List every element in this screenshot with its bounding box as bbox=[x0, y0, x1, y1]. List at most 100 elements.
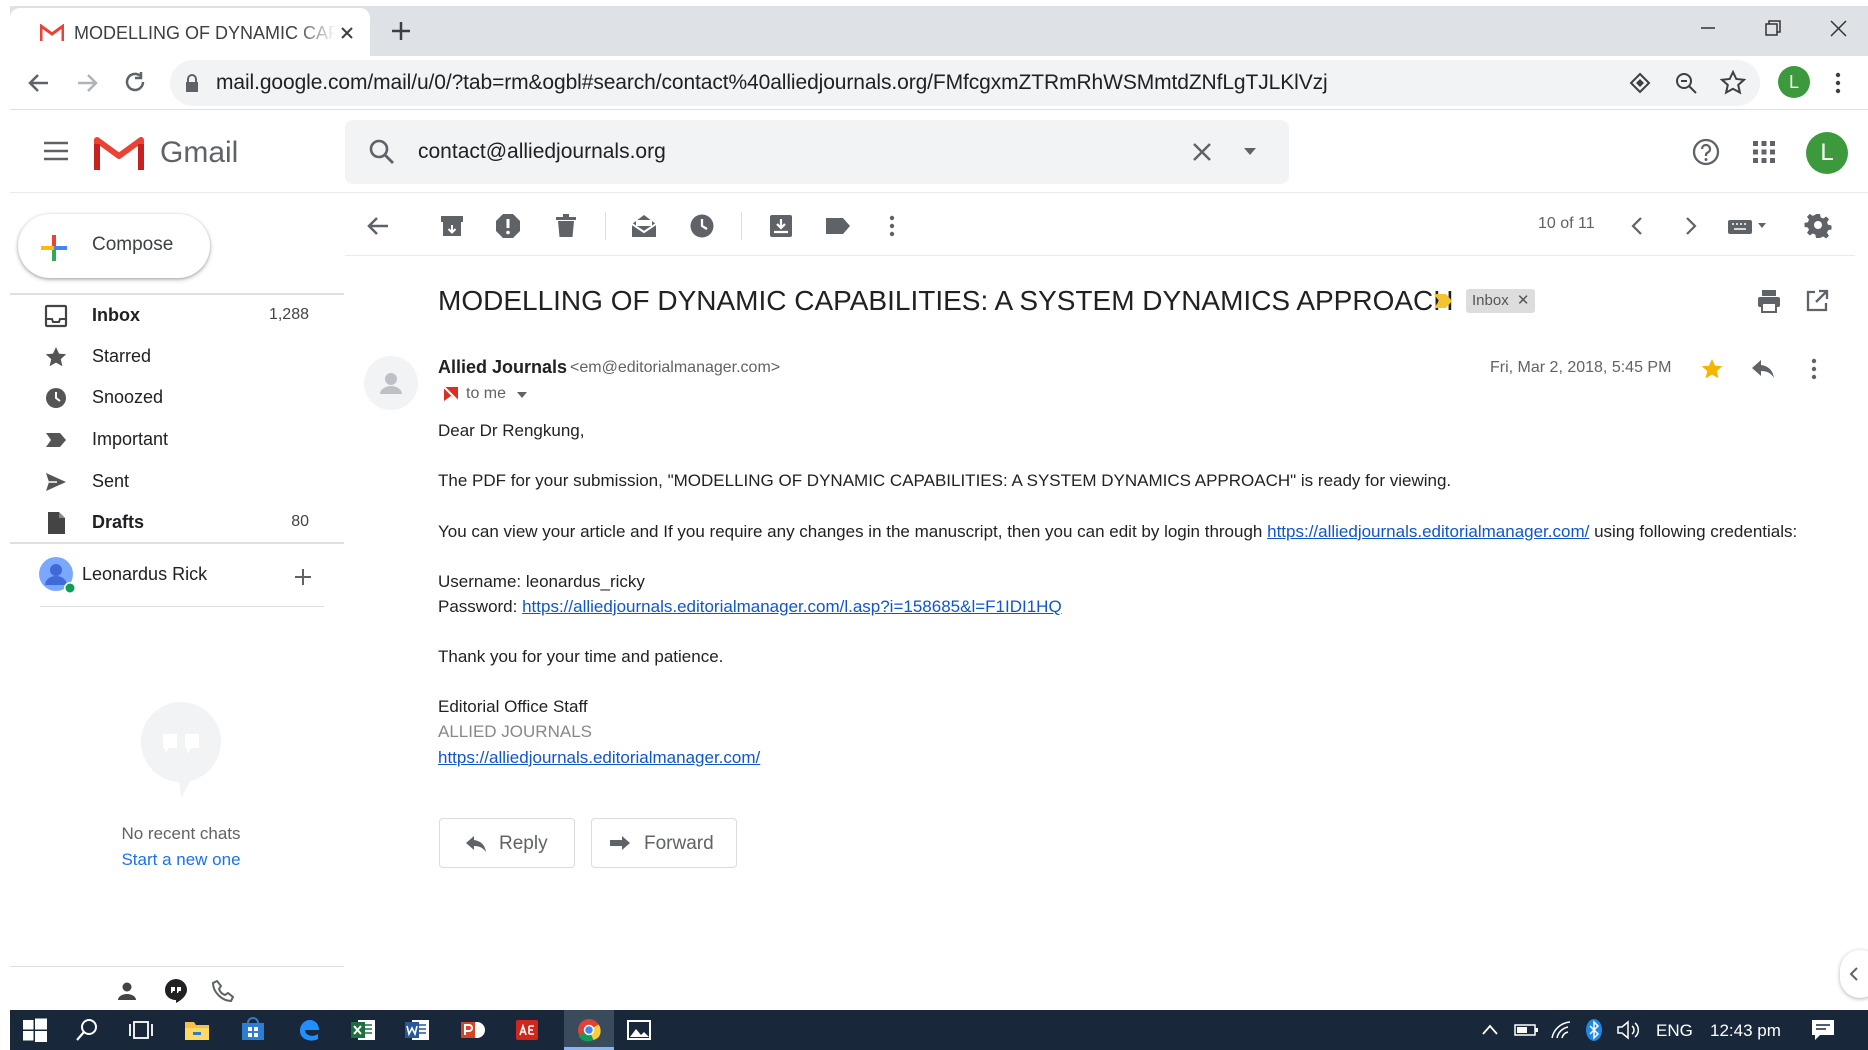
sidebar-item-important[interactable]: Important bbox=[10, 418, 345, 460]
reply-button[interactable]: Reply bbox=[439, 818, 575, 868]
important-marker-icon[interactable] bbox=[1432, 292, 1454, 310]
report-spam-icon[interactable] bbox=[494, 212, 522, 240]
sidebar-item-drafts[interactable]: Drafts 80 bbox=[10, 501, 345, 543]
label-icon[interactable] bbox=[824, 212, 852, 240]
battery-icon[interactable] bbox=[1514, 1022, 1540, 1038]
clock-time[interactable]: 12:43 pm bbox=[1710, 1021, 1781, 1041]
store-icon[interactable] bbox=[240, 1017, 266, 1043]
gmail-logo-icon[interactable] bbox=[94, 134, 144, 172]
paragraph-text: You can view your article and If you req… bbox=[438, 522, 1268, 541]
excel-icon[interactable] bbox=[350, 1017, 376, 1043]
hangouts-user[interactable]: Leonardus Rick bbox=[10, 552, 345, 602]
notifications-icon[interactable] bbox=[1810, 1018, 1836, 1042]
email-more-icon[interactable] bbox=[1808, 356, 1820, 382]
wifi-icon[interactable] bbox=[1550, 1020, 1574, 1040]
restore-icon[interactable] bbox=[1752, 14, 1792, 44]
delete-icon[interactable] bbox=[552, 212, 580, 240]
minimize-icon[interactable] bbox=[1688, 14, 1728, 44]
hangouts-icon[interactable] bbox=[164, 978, 188, 1004]
bluetooth-icon[interactable] bbox=[1584, 1018, 1604, 1042]
search-options-icon[interactable] bbox=[1240, 146, 1260, 158]
more-actions-icon[interactable] bbox=[878, 212, 906, 240]
snooze-icon[interactable] bbox=[688, 212, 716, 240]
windows-start-icon[interactable] bbox=[22, 1017, 48, 1043]
help-icon[interactable] bbox=[1692, 138, 1720, 166]
window-close-icon[interactable] bbox=[1818, 14, 1858, 44]
remove-label-icon[interactable]: ✕ bbox=[1517, 292, 1530, 309]
new-tab-icon[interactable] bbox=[388, 18, 414, 44]
tab-title: MODELLING OF DYNAMIC CAPABILITIES: A SYS… bbox=[74, 23, 336, 43]
editorial-manager-link[interactable]: https://alliedjournals.editorialmanager.… bbox=[1267, 522, 1589, 541]
back-icon[interactable] bbox=[26, 70, 52, 96]
chrome-menu-icon[interactable] bbox=[1832, 70, 1844, 96]
label-bookmark-icon bbox=[442, 385, 460, 403]
start-new-chat-link[interactable]: Start a new one bbox=[102, 850, 260, 870]
contacts-person-icon[interactable] bbox=[116, 980, 138, 1002]
password-link[interactable]: https://alliedjournals.editorialmanager.… bbox=[522, 597, 1062, 616]
signature-link[interactable]: https://alliedjournals.editorialmanager.… bbox=[438, 748, 760, 768]
side-panel-toggle[interactable] bbox=[1840, 950, 1868, 998]
recipient-details-icon[interactable] bbox=[516, 391, 528, 399]
word-icon[interactable] bbox=[404, 1017, 430, 1043]
extension-icon[interactable] bbox=[1628, 71, 1652, 95]
back-to-list-icon[interactable] bbox=[364, 212, 392, 240]
edge-browser-icon[interactable] bbox=[296, 1017, 322, 1043]
settings-gear-icon[interactable] bbox=[1804, 212, 1832, 240]
compose-button[interactable]: Compose bbox=[18, 214, 210, 278]
recipient-to-me[interactable]: to me bbox=[466, 385, 506, 403]
search-input[interactable]: contact@alliedjournals.org bbox=[418, 140, 666, 164]
phone-icon[interactable] bbox=[212, 980, 234, 1002]
main-menu-icon[interactable] bbox=[42, 140, 70, 162]
photos-icon[interactable] bbox=[626, 1017, 652, 1043]
input-tools-icon[interactable] bbox=[1726, 214, 1770, 238]
account-avatar[interactable]: L bbox=[1806, 132, 1848, 174]
search-icon[interactable] bbox=[368, 138, 396, 166]
print-icon[interactable] bbox=[1756, 288, 1782, 314]
sidebar-item-starred[interactable]: Starred bbox=[10, 335, 345, 377]
forward-button[interactable]: Forward bbox=[591, 818, 737, 868]
compose-plus-icon bbox=[38, 232, 70, 264]
inbox-label-chip[interactable]: Inbox ✕ bbox=[1466, 289, 1536, 313]
language-indicator[interactable]: ENG bbox=[1656, 1021, 1693, 1041]
task-view-icon[interactable] bbox=[128, 1017, 154, 1043]
pager-text: 10 of 11 bbox=[1538, 215, 1595, 232]
lock-icon[interactable] bbox=[184, 74, 200, 94]
paragraph-text: using following credentials: bbox=[1589, 522, 1798, 541]
acrobat-icon[interactable] bbox=[514, 1017, 540, 1043]
sender-name[interactable]: Allied Journals bbox=[438, 357, 567, 378]
chrome-profile-avatar[interactable]: L bbox=[1778, 66, 1810, 98]
send-icon bbox=[44, 470, 68, 494]
sidebar-item-inbox[interactable]: Inbox 1,288 bbox=[10, 294, 345, 336]
taskbar-search-icon[interactable] bbox=[74, 1017, 100, 1043]
reload-icon[interactable] bbox=[122, 70, 148, 96]
sender-email: <em@editorialmanager.com> bbox=[570, 359, 781, 376]
older-icon[interactable] bbox=[1680, 214, 1700, 238]
sidebar-item-sent[interactable]: Sent bbox=[10, 460, 345, 502]
open-new-window-icon[interactable] bbox=[1804, 288, 1830, 314]
forward-icon[interactable] bbox=[74, 70, 100, 96]
zoom-icon[interactable] bbox=[1674, 71, 1698, 95]
chrome-taskbar-active[interactable] bbox=[564, 1010, 614, 1050]
url-text[interactable]: mail.google.com/mail/u/0/?tab=rm&ogbl#se… bbox=[216, 71, 1328, 95]
powerpoint-icon[interactable] bbox=[460, 1017, 486, 1043]
volume-icon[interactable] bbox=[1616, 1020, 1642, 1040]
gmail-logo-text[interactable]: Gmail bbox=[160, 136, 238, 170]
sidebar-item-snoozed[interactable]: Snoozed bbox=[10, 376, 345, 418]
apps-grid-icon[interactable] bbox=[1752, 140, 1776, 164]
bookmark-star-icon[interactable] bbox=[1720, 70, 1746, 96]
archive-icon[interactable] bbox=[438, 212, 466, 240]
clear-search-icon[interactable] bbox=[1190, 140, 1214, 164]
sidebar-divider bbox=[10, 542, 344, 544]
browser-tab[interactable]: MODELLING OF DYNAMIC CAPABILITIES: A SYS… bbox=[10, 8, 370, 56]
move-to-icon[interactable] bbox=[767, 212, 795, 240]
toolbar-divider bbox=[345, 255, 1855, 256]
add-chat-icon[interactable] bbox=[292, 566, 314, 588]
reply-icon[interactable] bbox=[1750, 358, 1776, 380]
newer-icon[interactable] bbox=[1628, 214, 1648, 238]
file-explorer-icon[interactable] bbox=[184, 1017, 210, 1043]
sidebar-bottom-divider bbox=[10, 966, 344, 967]
starred-icon[interactable] bbox=[1700, 357, 1724, 381]
mark-unread-icon[interactable] bbox=[630, 212, 658, 240]
tab-close-icon[interactable] bbox=[336, 22, 358, 44]
tray-chevron-up-icon[interactable] bbox=[1480, 1022, 1500, 1038]
